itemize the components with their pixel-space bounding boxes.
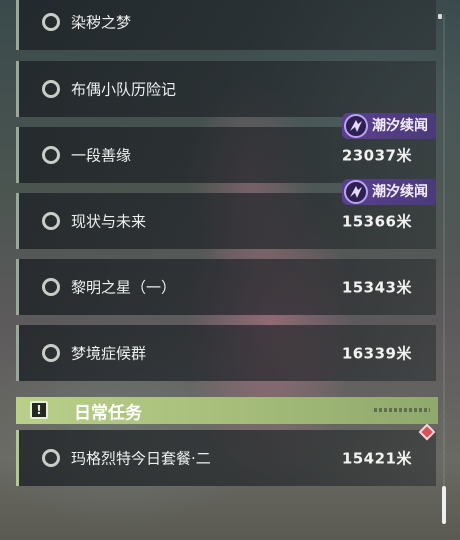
- quest-name: 梦境症候群: [71, 344, 147, 363]
- quest-item[interactable]: 布偶小队历险记: [16, 61, 436, 117]
- quest-status-ring-icon: [42, 146, 60, 164]
- section-title: 日常任务: [74, 403, 142, 423]
- quest-status-ring-icon: [42, 13, 60, 31]
- scrollbar-cap: [438, 14, 442, 19]
- quest-distance: 23037米: [341, 146, 412, 165]
- tide-badge-label: 潮汐续闻: [372, 184, 428, 200]
- quest-name: 布偶小队历险记: [71, 80, 177, 99]
- exclamation-icon: !: [30, 401, 48, 419]
- section-decoration: [374, 408, 430, 412]
- quest-status-ring-icon: [42, 212, 60, 230]
- quest-distance: 16339米: [341, 344, 412, 363]
- quest-distance: 15343米: [341, 278, 412, 297]
- tide-badge: 潮汐续闻: [342, 113, 436, 139]
- scrollbar-thumb[interactable]: [442, 486, 446, 524]
- quest-name: 现状与未来: [71, 212, 147, 231]
- quest-name: 染秽之梦: [71, 13, 132, 32]
- quest-item[interactable]: 一段善缘 23037米 潮汐续闻: [16, 113, 436, 183]
- quest-item[interactable]: 梦境症候群 16339米: [16, 325, 436, 381]
- quest-item[interactable]: 现状与未来 15366米 潮汐续闻: [16, 179, 436, 249]
- tide-badge: 潮汐续闻: [342, 179, 436, 205]
- quest-status-ring-icon: [42, 449, 60, 467]
- scrollbar-track[interactable]: [443, 14, 445, 524]
- tide-badge-label: 潮汐续闻: [372, 118, 428, 134]
- quest-list: 染秽之梦 布偶小队历险记 一段善缘 23037米 潮汐续闻 现状与未来 1536…: [0, 0, 440, 540]
- quest-name: 玛格烈特今日套餐·二: [71, 449, 211, 468]
- quest-distance: 15421米: [341, 449, 412, 468]
- quest-name: 黎明之星（一）: [71, 278, 177, 297]
- quest-status-ring-icon: [42, 344, 60, 362]
- quest-item[interactable]: 玛格烈特今日套餐·二 15421米: [16, 430, 436, 486]
- quest-status-ring-icon: [42, 278, 60, 296]
- quest-item[interactable]: 黎明之星（一） 15343米: [16, 259, 436, 315]
- quest-status-ring-icon: [42, 80, 60, 98]
- quest-name: 一段善缘: [71, 146, 132, 165]
- tide-emblem-icon: [344, 114, 368, 138]
- tide-emblem-icon: [344, 180, 368, 204]
- daily-quests-header[interactable]: ! 日常任务: [16, 397, 438, 424]
- quest-distance: 15366米: [341, 212, 412, 231]
- quest-item[interactable]: 染秽之梦: [16, 0, 436, 50]
